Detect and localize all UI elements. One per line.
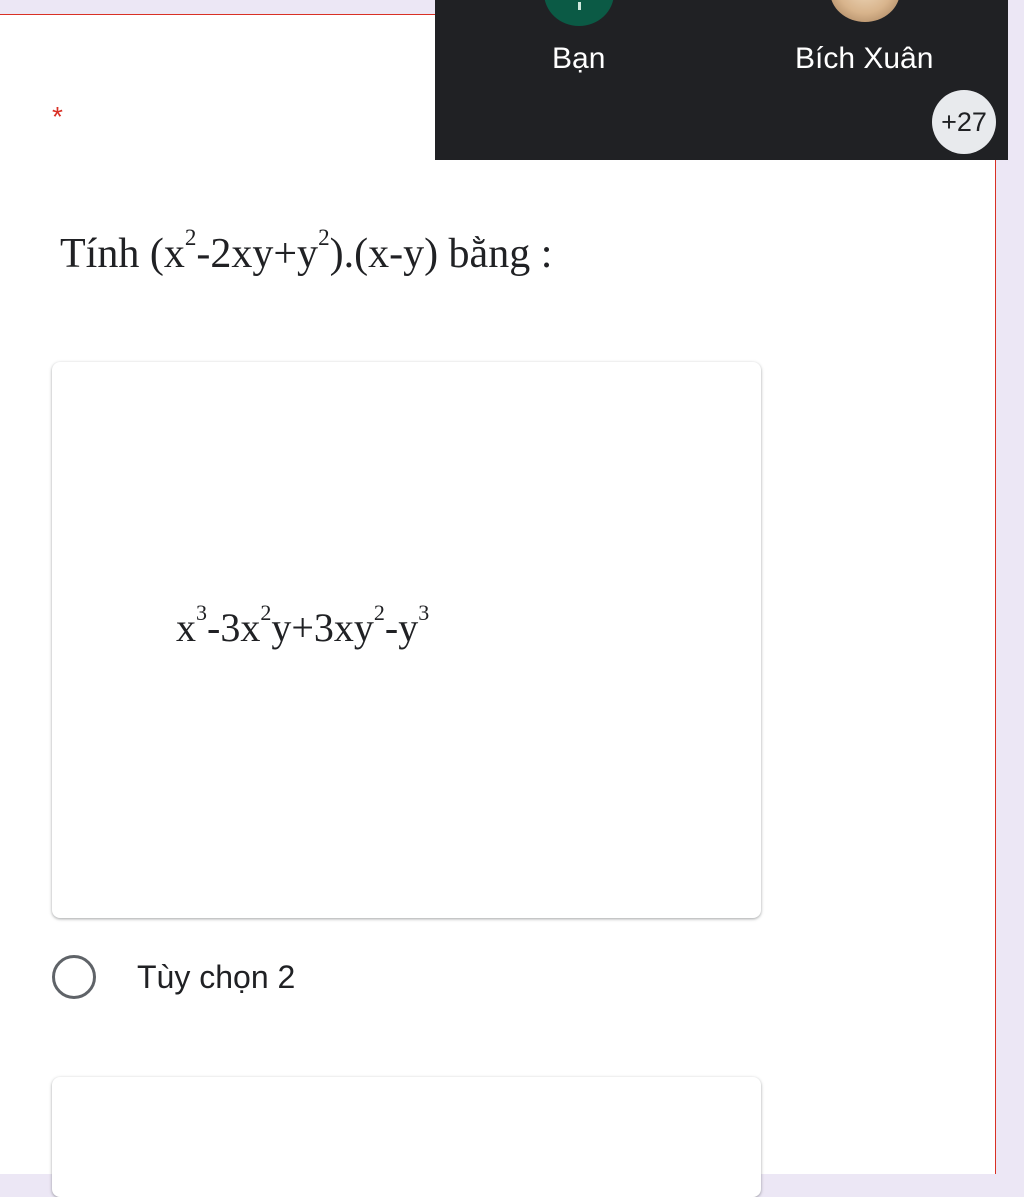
participant-avatar	[830, 0, 900, 22]
formula-part: y+3xy	[271, 605, 374, 650]
formula-part: x	[176, 605, 196, 650]
option-2-radio[interactable]	[52, 955, 96, 999]
question-part: -2xy+y	[196, 231, 319, 277]
question-exponent: 2	[318, 224, 330, 251]
formula-exponent: 2	[260, 600, 272, 626]
call-participants-overlay: Bạn Bích Xuân +27	[435, 0, 1008, 160]
question-text: Tính (x2-2xy+y2).(x-y) bằng :	[60, 226, 553, 278]
formula-part: -3x	[207, 605, 261, 650]
participant-name-self: Bạn	[552, 42, 606, 75]
formula-exponent: 3	[196, 600, 207, 626]
question-exponent: 2	[184, 224, 197, 251]
question-prefix: Tính	[60, 231, 140, 277]
formula-exponent: 2	[373, 600, 385, 626]
more-participants-badge[interactable]: +27	[932, 90, 996, 154]
question-part: ).(x-y) bằng :	[329, 231, 553, 277]
participant-name: Bích Xuân	[795, 42, 934, 75]
formula-exponent: 3	[418, 600, 430, 626]
formula-part: -y	[384, 605, 419, 650]
option-image-card-2[interactable]	[52, 1077, 761, 1197]
user-avatar-icon	[544, 0, 614, 26]
option-2-label[interactable]: Tùy chọn 2	[137, 959, 295, 996]
question-part: (x	[149, 231, 185, 277]
required-asterisk: *	[52, 101, 63, 132]
option-1-formula: x3-3x2y+3xy2-y3	[176, 602, 429, 651]
